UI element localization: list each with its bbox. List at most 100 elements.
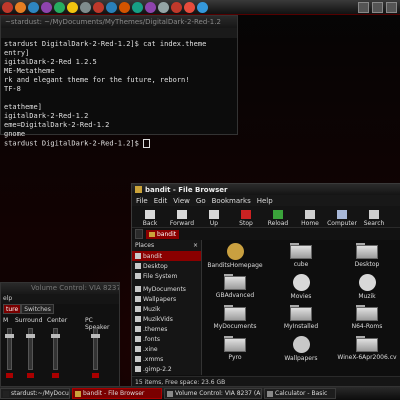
launcher-icon[interactable] <box>2 1 13 13</box>
launcher-icon[interactable] <box>93 1 104 13</box>
terminal-line: ME-Metatheme <box>4 67 55 75</box>
menu-help[interactable]: Help <box>257 197 273 205</box>
launcher-icon[interactable] <box>119 1 130 13</box>
mute-icon[interactable] <box>6 373 13 378</box>
taskbar-button[interactable]: stardust:~/MyDocume... <box>0 388 70 399</box>
reload-button[interactable]: Reload <box>262 210 294 227</box>
menu-edit[interactable]: Edit <box>154 197 168 205</box>
file-item[interactable]: MyDocuments <box>202 305 268 330</box>
location-button[interactable]: bandit <box>146 229 180 239</box>
special-folder-icon <box>292 336 310 353</box>
launcher-icon[interactable] <box>197 1 208 13</box>
sidebar-item-bandit[interactable]: bandit <box>132 251 201 261</box>
sidebar-item-mydocuments[interactable]: MyDocuments <box>132 284 201 294</box>
file-item[interactable]: Pyro <box>202 336 268 361</box>
taskbar-label: Calculator - Basic <box>275 390 328 397</box>
menu-go[interactable]: Go <box>196 197 206 205</box>
taskbar-button[interactable]: Calculator - Basic <box>264 388 336 399</box>
home-folder-icon <box>149 231 155 237</box>
file-item[interactable]: MyInstalled <box>268 305 334 330</box>
mute-icon[interactable] <box>52 373 59 378</box>
mute-icon[interactable] <box>27 373 34 378</box>
back-button[interactable]: Back <box>134 210 166 227</box>
sidebar-item-xine[interactable]: .xine <box>132 344 201 354</box>
location-back-arrow[interactable] <box>135 229 143 239</box>
file-item[interactable]: Wallpapers <box>268 336 334 362</box>
file-item-label: Wallpapers <box>284 355 318 362</box>
taskbar-button[interactable]: Volume Control: VIA 8237 (Alsa... <box>164 388 262 399</box>
sidebar-item-gimp-2.2[interactable]: .gimp-2.2 <box>132 364 201 374</box>
file-item[interactable]: GBAdvanced <box>202 274 268 299</box>
sidebar-item-fonts[interactable]: .fonts <box>132 334 201 344</box>
sidebar-close-icon[interactable]: × <box>193 240 198 251</box>
taskbar-button[interactable]: bandit - File Browser <box>72 388 162 399</box>
sidebar-item-wallpapers[interactable]: Wallpapers <box>132 294 201 304</box>
stop-button[interactable]: Stop <box>230 210 262 227</box>
launcher-icon[interactable] <box>171 1 182 13</box>
sidebar-item-file system[interactable]: File System <box>132 271 201 281</box>
folder-icon <box>135 286 141 292</box>
sidebar-item-desktop[interactable]: Desktop <box>132 261 201 271</box>
volume-slider[interactable] <box>26 328 35 370</box>
volume-slider[interactable] <box>91 328 100 370</box>
file-browser-titlebar[interactable]: bandit - File Browser <box>132 184 400 195</box>
menu-bookmarks[interactable]: Bookmarks <box>212 197 251 205</box>
launcher-icon[interactable] <box>184 1 195 13</box>
volume-control-window[interactable]: Volume Control: VIA 8237 elp ture Switch… <box>0 282 120 387</box>
toolbar-label: Stop <box>239 220 253 227</box>
slider-knob[interactable] <box>51 334 60 338</box>
menu-file[interactable]: File <box>136 197 148 205</box>
mute-icon[interactable] <box>92 373 99 378</box>
slider-knob[interactable] <box>91 334 100 338</box>
launcher-icon[interactable] <box>106 1 117 13</box>
up-button[interactable]: Up <box>198 210 230 227</box>
search-button[interactable]: Search <box>358 210 390 227</box>
file-item[interactable]: WineX-6Apr2006.cv <box>334 336 400 361</box>
sidebar-item-xmms[interactable]: .xmms <box>132 354 201 364</box>
tab-switches[interactable]: Switches <box>21 304 54 314</box>
forward-button[interactable]: Forward <box>166 210 198 227</box>
file-item[interactable]: N64-Roms <box>334 305 400 330</box>
launcher-icon[interactable] <box>132 1 143 13</box>
computer-button[interactable]: Computer <box>326 210 358 227</box>
file-item[interactable]: Movies <box>268 274 334 300</box>
launcher-icon[interactable] <box>41 1 52 13</box>
volume-slider[interactable] <box>5 328 14 370</box>
file-item[interactable]: Desktop <box>334 243 400 268</box>
terminal-output[interactable]: stardust DigitalDark-2-Red-1.2]$ cat ind… <box>1 38 237 151</box>
file-item[interactable]: BanditsHomepage <box>202 243 268 269</box>
sidebar-header[interactable]: Places × <box>132 240 201 251</box>
file-browser-window[interactable]: bandit - File Browser File Edit View Go Book… <box>131 183 400 388</box>
launcher-icon[interactable] <box>145 1 156 13</box>
volume-icon[interactable] <box>372 1 383 13</box>
sidebar-item-muzikvids[interactable]: MuzikVids <box>132 314 201 324</box>
volume-slider[interactable] <box>51 328 60 370</box>
folder-icon <box>135 356 141 362</box>
slider-knob[interactable] <box>26 334 35 338</box>
launcher-icon[interactable] <box>15 1 26 13</box>
launcher-icon[interactable] <box>28 1 39 13</box>
folder-icon <box>135 306 141 312</box>
file-browser-toolbar: Back Forward Up Stop Reload Home Computer Searc… <box>132 206 400 228</box>
terminal-window[interactable]: ~stardust: ~/MyDocuments/MyThemes/Digita… <box>0 15 238 148</box>
file-item[interactable]: cube <box>268 243 334 268</box>
launcher-icon[interactable] <box>80 1 91 13</box>
network-icon[interactable] <box>358 1 369 13</box>
volume-menu-help[interactable]: elp <box>1 294 119 304</box>
sidebar-item-muzik[interactable]: Muzik <box>132 304 201 314</box>
sidebar-item-themes[interactable]: .themes <box>132 324 201 334</box>
slider-knob[interactable] <box>5 334 14 338</box>
clock-icon[interactable] <box>386 1 397 13</box>
menu-view[interactable]: View <box>173 197 190 205</box>
launcher-icon[interactable] <box>54 1 65 13</box>
sidebar-item-label: .gimp-2.2 <box>143 365 172 373</box>
file-item[interactable]: Muzik <box>334 274 400 300</box>
launcher-icon[interactable] <box>67 1 78 13</box>
toolbar-label: Forward <box>169 220 195 227</box>
home-button[interactable]: Home <box>294 210 326 227</box>
terminal-line: etatheme] <box>4 103 42 111</box>
terminal-line: gnome <box>4 130 26 138</box>
launcher-icon[interactable] <box>158 1 169 13</box>
file-item-label: BanditsHomepage <box>207 262 263 269</box>
tab-capture[interactable]: ture <box>3 304 22 314</box>
